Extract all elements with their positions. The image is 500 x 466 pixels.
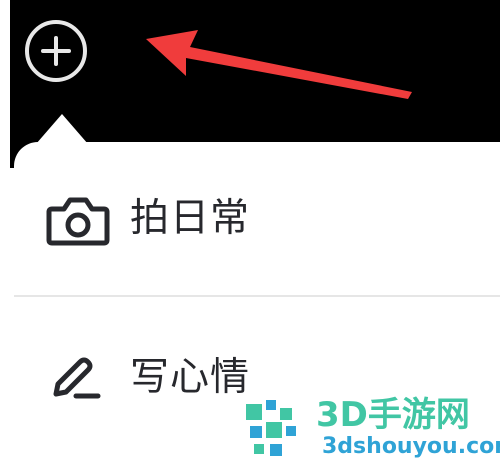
menu-item-daily[interactable]: 拍日常: [14, 157, 500, 277]
watermark-name: 3D手游网: [316, 395, 470, 435]
menu-divider: [14, 295, 500, 297]
camera-icon: [46, 197, 110, 246]
menu-pointer: [36, 114, 88, 144]
red-arrow-icon: [146, 30, 412, 99]
watermark-logo-icon: [246, 400, 296, 456]
watermark-url: 3dshouyou.com: [322, 434, 500, 459]
pencil-icon: [53, 357, 101, 399]
menu-item-label: 写心情: [130, 355, 251, 400]
menu-item-label: 拍日常: [130, 196, 251, 241]
watermark: 3D手游网 3dshouyou.com: [238, 392, 500, 466]
